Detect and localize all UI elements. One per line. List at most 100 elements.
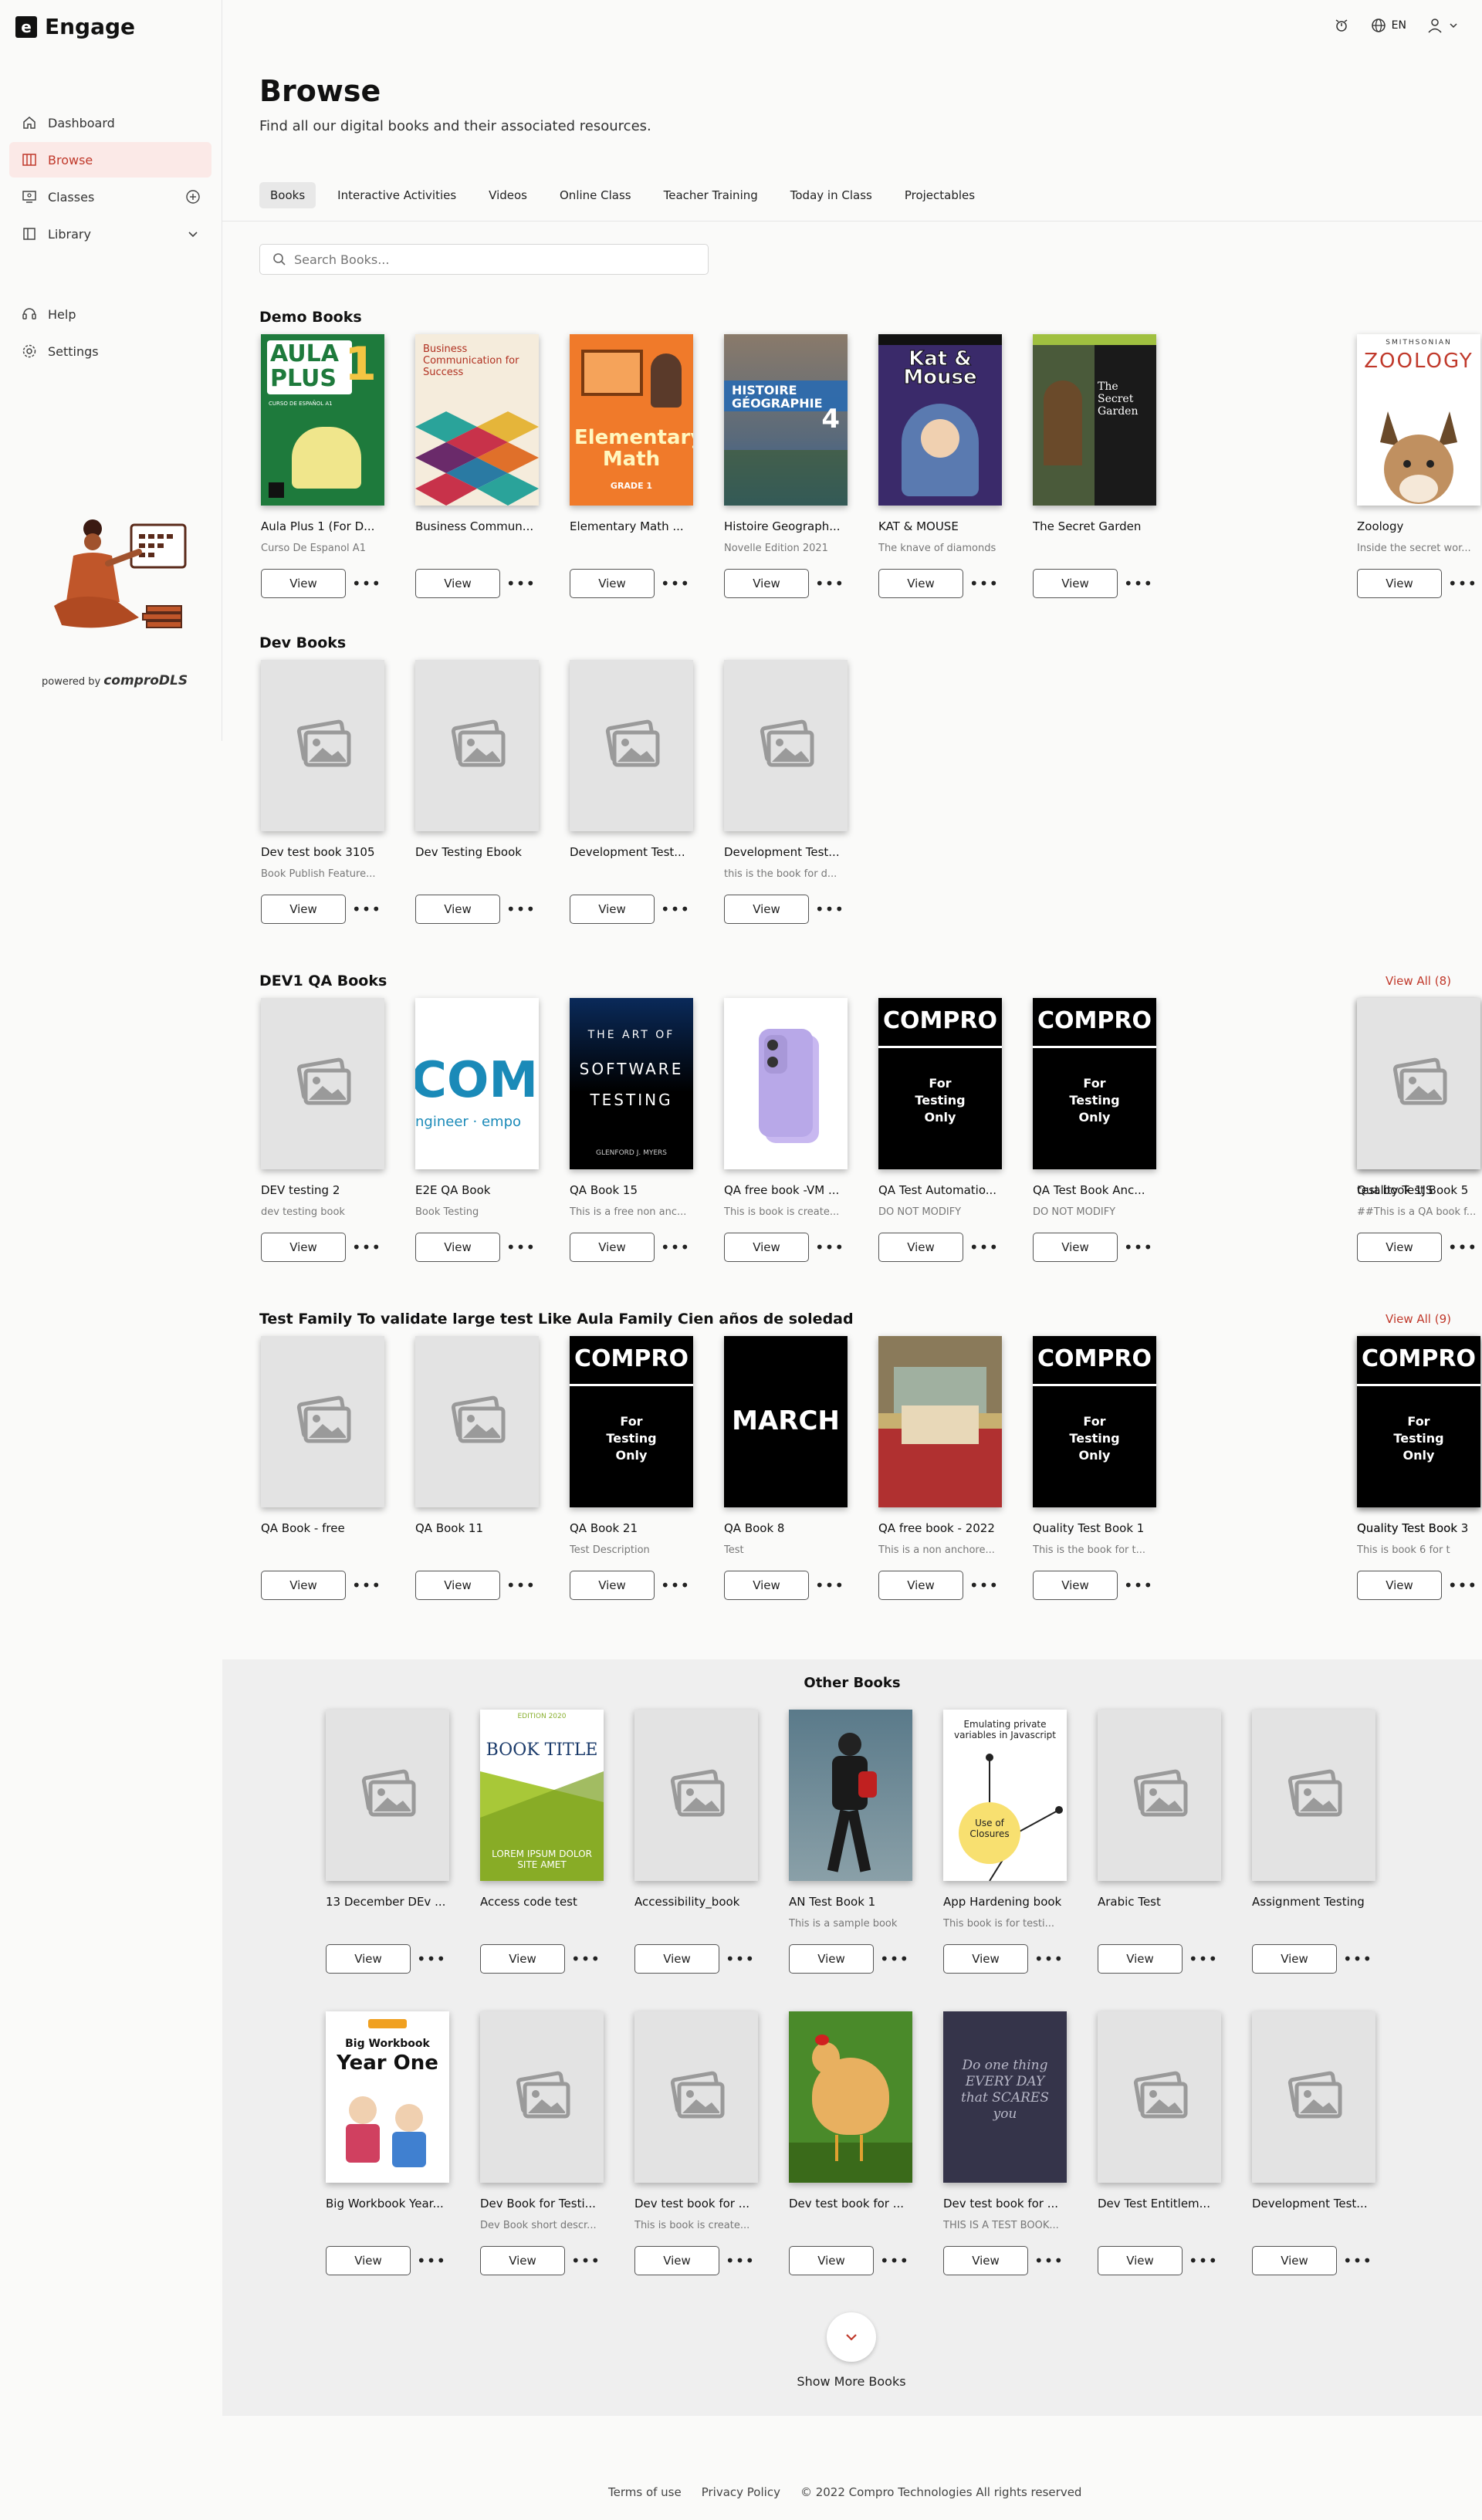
tab-today-in-class[interactable]: Today in Class <box>780 182 883 208</box>
more-options-button[interactable]: ••• <box>352 895 381 924</box>
book-cover[interactable] <box>724 660 848 831</box>
more-options-button[interactable]: ••• <box>506 1233 535 1262</box>
view-button[interactable]: View <box>415 569 500 598</box>
book-cover[interactable] <box>1252 2011 1375 2183</box>
more-options-button[interactable]: ••• <box>815 1571 844 1600</box>
more-options-button[interactable]: ••• <box>506 895 535 924</box>
view-button[interactable]: View <box>724 569 809 598</box>
more-options-button[interactable]: ••• <box>815 569 844 598</box>
book-cover[interactable] <box>415 660 539 831</box>
book-cover[interactable] <box>415 1336 539 1507</box>
more-options-button[interactable]: ••• <box>726 2246 754 2275</box>
view-button[interactable]: View <box>943 1944 1028 1974</box>
book-cover[interactable]: Do one thing EVERY DAY that SCARES you <box>943 2011 1067 2183</box>
book-cover[interactable]: Business Communication for Success <box>415 334 539 506</box>
more-options-button[interactable]: ••• <box>352 1571 381 1600</box>
view-button[interactable]: View <box>943 2246 1028 2275</box>
show-more-button[interactable] <box>827 2312 876 2362</box>
more-options-button[interactable]: ••• <box>352 569 381 598</box>
book-cover[interactable] <box>1098 1710 1221 1881</box>
more-options-button[interactable]: ••• <box>661 569 689 598</box>
view-button[interactable]: View <box>480 2246 565 2275</box>
book-cover[interactable]: COMPRO For Testing Only <box>1033 998 1156 1169</box>
more-options-button[interactable]: ••• <box>506 569 535 598</box>
view-button[interactable]: View <box>326 2246 411 2275</box>
book-cover[interactable] <box>261 998 384 1169</box>
book-cover[interactable]: SMITHSONIAN ZOOLOGY <box>1357 334 1480 506</box>
book-cover[interactable] <box>326 1710 449 1881</box>
view-button[interactable]: View <box>261 895 346 924</box>
view-button[interactable]: View <box>570 895 655 924</box>
more-options-button[interactable]: ••• <box>1448 569 1477 598</box>
sidebar-item-help[interactable]: Help <box>9 296 211 332</box>
more-options-button[interactable]: ••• <box>571 1944 600 1974</box>
book-cover[interactable]: Kat & Mouse <box>878 334 1002 506</box>
more-options-button[interactable]: ••• <box>1448 1233 1477 1262</box>
more-options-button[interactable]: ••• <box>417 1944 445 1974</box>
view-button[interactable]: View <box>724 895 809 924</box>
view-button[interactable]: View <box>878 1233 963 1262</box>
view-button[interactable]: View <box>1357 1571 1442 1600</box>
book-cover[interactable] <box>1098 2011 1221 2183</box>
sidebar-item-classes[interactable]: Classes <box>9 179 211 215</box>
book-cover[interactable]: COMPRO For Testing Only <box>1033 1336 1156 1507</box>
more-options-button[interactable]: ••• <box>1343 1944 1372 1974</box>
more-options-button[interactable]: ••• <box>1124 569 1152 598</box>
book-cover[interactable] <box>878 1336 1002 1507</box>
view-button[interactable]: View <box>415 1571 500 1600</box>
book-cover[interactable]: COM ngineer · empo <box>415 998 539 1169</box>
more-options-button[interactable]: ••• <box>1189 2246 1217 2275</box>
tab-videos[interactable]: Videos <box>478 182 538 208</box>
tab-teacher-training[interactable]: Teacher Training <box>653 182 769 208</box>
view-button[interactable]: View <box>1033 1571 1118 1600</box>
view-button[interactable]: View <box>570 569 655 598</box>
more-options-button[interactable]: ••• <box>1343 2246 1372 2275</box>
more-options-button[interactable]: ••• <box>661 1571 689 1600</box>
terms-link[interactable]: Terms of use <box>608 2485 682 2499</box>
book-cover[interactable]: MARCH <box>724 1336 848 1507</box>
more-options-button[interactable]: ••• <box>726 1944 754 1974</box>
view-button[interactable]: View <box>261 569 346 598</box>
book-cover[interactable]: The Secret Garden <box>1033 334 1156 506</box>
chevron-down-icon[interactable] <box>185 226 201 242</box>
more-options-button[interactable]: ••• <box>1034 2246 1063 2275</box>
book-cover[interactable]: Big Workbook Year One <box>326 2011 449 2183</box>
more-options-button[interactable]: ••• <box>661 895 689 924</box>
view-button[interactable]: View <box>724 1571 809 1600</box>
more-options-button[interactable]: ••• <box>969 1233 998 1262</box>
more-options-button[interactable]: ••• <box>1189 1944 1217 1974</box>
app-logo[interactable]: e Engage <box>15 14 135 39</box>
more-options-button[interactable]: ••• <box>417 2246 445 2275</box>
view-button[interactable]: View <box>634 2246 719 2275</box>
book-cover[interactable]: EDITION 2020 BOOK TITLE LOREM IPSUM DOLOR … <box>480 1710 604 1881</box>
view-button[interactable]: View <box>789 1944 874 1974</box>
more-options-button[interactable]: ••• <box>880 2246 908 2275</box>
sidebar-item-browse[interactable]: Browse <box>9 142 211 178</box>
view-button[interactable]: View <box>570 1571 655 1600</box>
book-cover[interactable] <box>724 998 848 1169</box>
book-cover[interactable] <box>789 2011 912 2183</box>
book-cover[interactable] <box>480 2011 604 2183</box>
more-options-button[interactable]: ••• <box>815 1233 844 1262</box>
sidebar-item-library[interactable]: Library <box>9 216 211 252</box>
more-options-button[interactable]: ••• <box>506 1571 535 1600</box>
more-options-button[interactable]: ••• <box>880 1944 908 1974</box>
tab-interactive-activities[interactable]: Interactive Activities <box>327 182 467 208</box>
view-button[interactable]: View <box>1357 569 1442 598</box>
more-options-button[interactable]: ••• <box>1448 1571 1477 1600</box>
more-options-button[interactable]: ••• <box>1124 1233 1152 1262</box>
view-button[interactable]: View <box>878 569 963 598</box>
tab-online-class[interactable]: Online Class <box>549 182 642 208</box>
sidebar-item-dashboard[interactable]: Dashboard <box>9 105 211 140</box>
view-all-link[interactable]: View All (9) <box>1386 1312 1451 1326</box>
book-cover[interactable] <box>1357 998 1480 1169</box>
view-button[interactable]: View <box>1098 1944 1183 1974</box>
book-cover[interactable] <box>570 660 693 831</box>
view-button[interactable]: View <box>789 2246 874 2275</box>
book-cover[interactable]: AULA PLUS 1 CURSO DE ESPAÑOL A1 <box>261 334 384 506</box>
more-options-button[interactable]: ••• <box>661 1233 689 1262</box>
view-button[interactable]: View <box>415 895 500 924</box>
book-cover[interactable] <box>634 2011 758 2183</box>
tab-projectables[interactable]: Projectables <box>894 182 986 208</box>
view-button[interactable]: View <box>1033 1233 1118 1262</box>
